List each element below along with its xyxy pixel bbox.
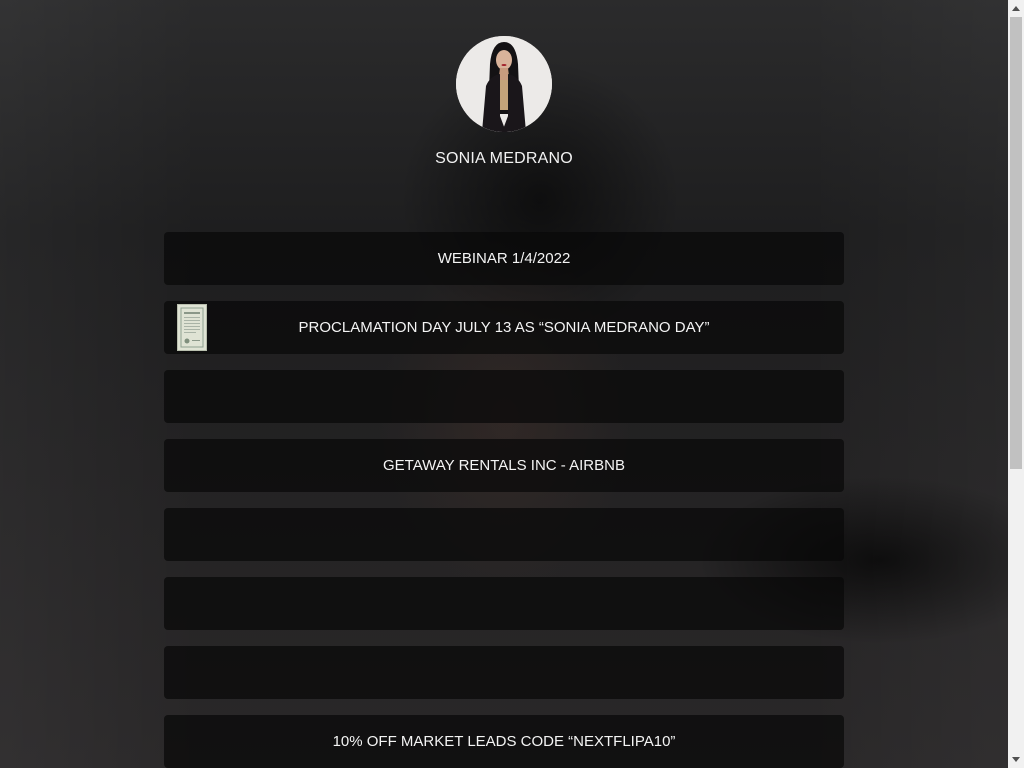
link-label: GETAWAY RENTALS INC - AIRBNB bbox=[383, 457, 625, 474]
scroll-down-arrow-icon[interactable] bbox=[1008, 752, 1024, 768]
certificate-document-icon bbox=[177, 304, 207, 351]
vertical-scrollbar[interactable] bbox=[1008, 0, 1024, 768]
link-button-proclamation[interactable]: PROCLAMATION DAY JULY 13 AS “SONIA MEDRA… bbox=[164, 301, 844, 354]
link-label: 10% OFF MARKET LEADS CODE “NEXTFLIPA10” bbox=[332, 733, 676, 750]
link-button-blank-1[interactable] bbox=[164, 370, 844, 423]
profile-page: SONIA MEDRANO WEBINAR 1/4/2022 PROCLAMAT… bbox=[0, 0, 1008, 768]
link-button-blank-3[interactable] bbox=[164, 577, 844, 630]
scrollbar-thumb[interactable] bbox=[1010, 17, 1022, 469]
link-button-blank-4[interactable] bbox=[164, 646, 844, 699]
scroll-up-arrow-icon[interactable] bbox=[1008, 0, 1024, 16]
profile-photo-icon bbox=[456, 36, 552, 132]
link-button-blank-2[interactable] bbox=[164, 508, 844, 561]
link-button-webinar[interactable]: WEBINAR 1/4/2022 bbox=[164, 232, 844, 285]
links-list: WEBINAR 1/4/2022 PROCLAMATION DAY JULY 1… bbox=[164, 232, 844, 768]
profile-avatar bbox=[456, 36, 552, 132]
link-label: PROCLAMATION DAY JULY 13 AS “SONIA MEDRA… bbox=[298, 319, 710, 336]
profile-name: SONIA MEDRANO bbox=[435, 150, 573, 167]
link-label: WEBINAR 1/4/2022 bbox=[437, 250, 571, 267]
link-button-market-leads[interactable]: 10% OFF MARKET LEADS CODE “NEXTFLIPA10” bbox=[164, 715, 844, 768]
link-button-getaway-rentals[interactable]: GETAWAY RENTALS INC - AIRBNB bbox=[164, 439, 844, 492]
